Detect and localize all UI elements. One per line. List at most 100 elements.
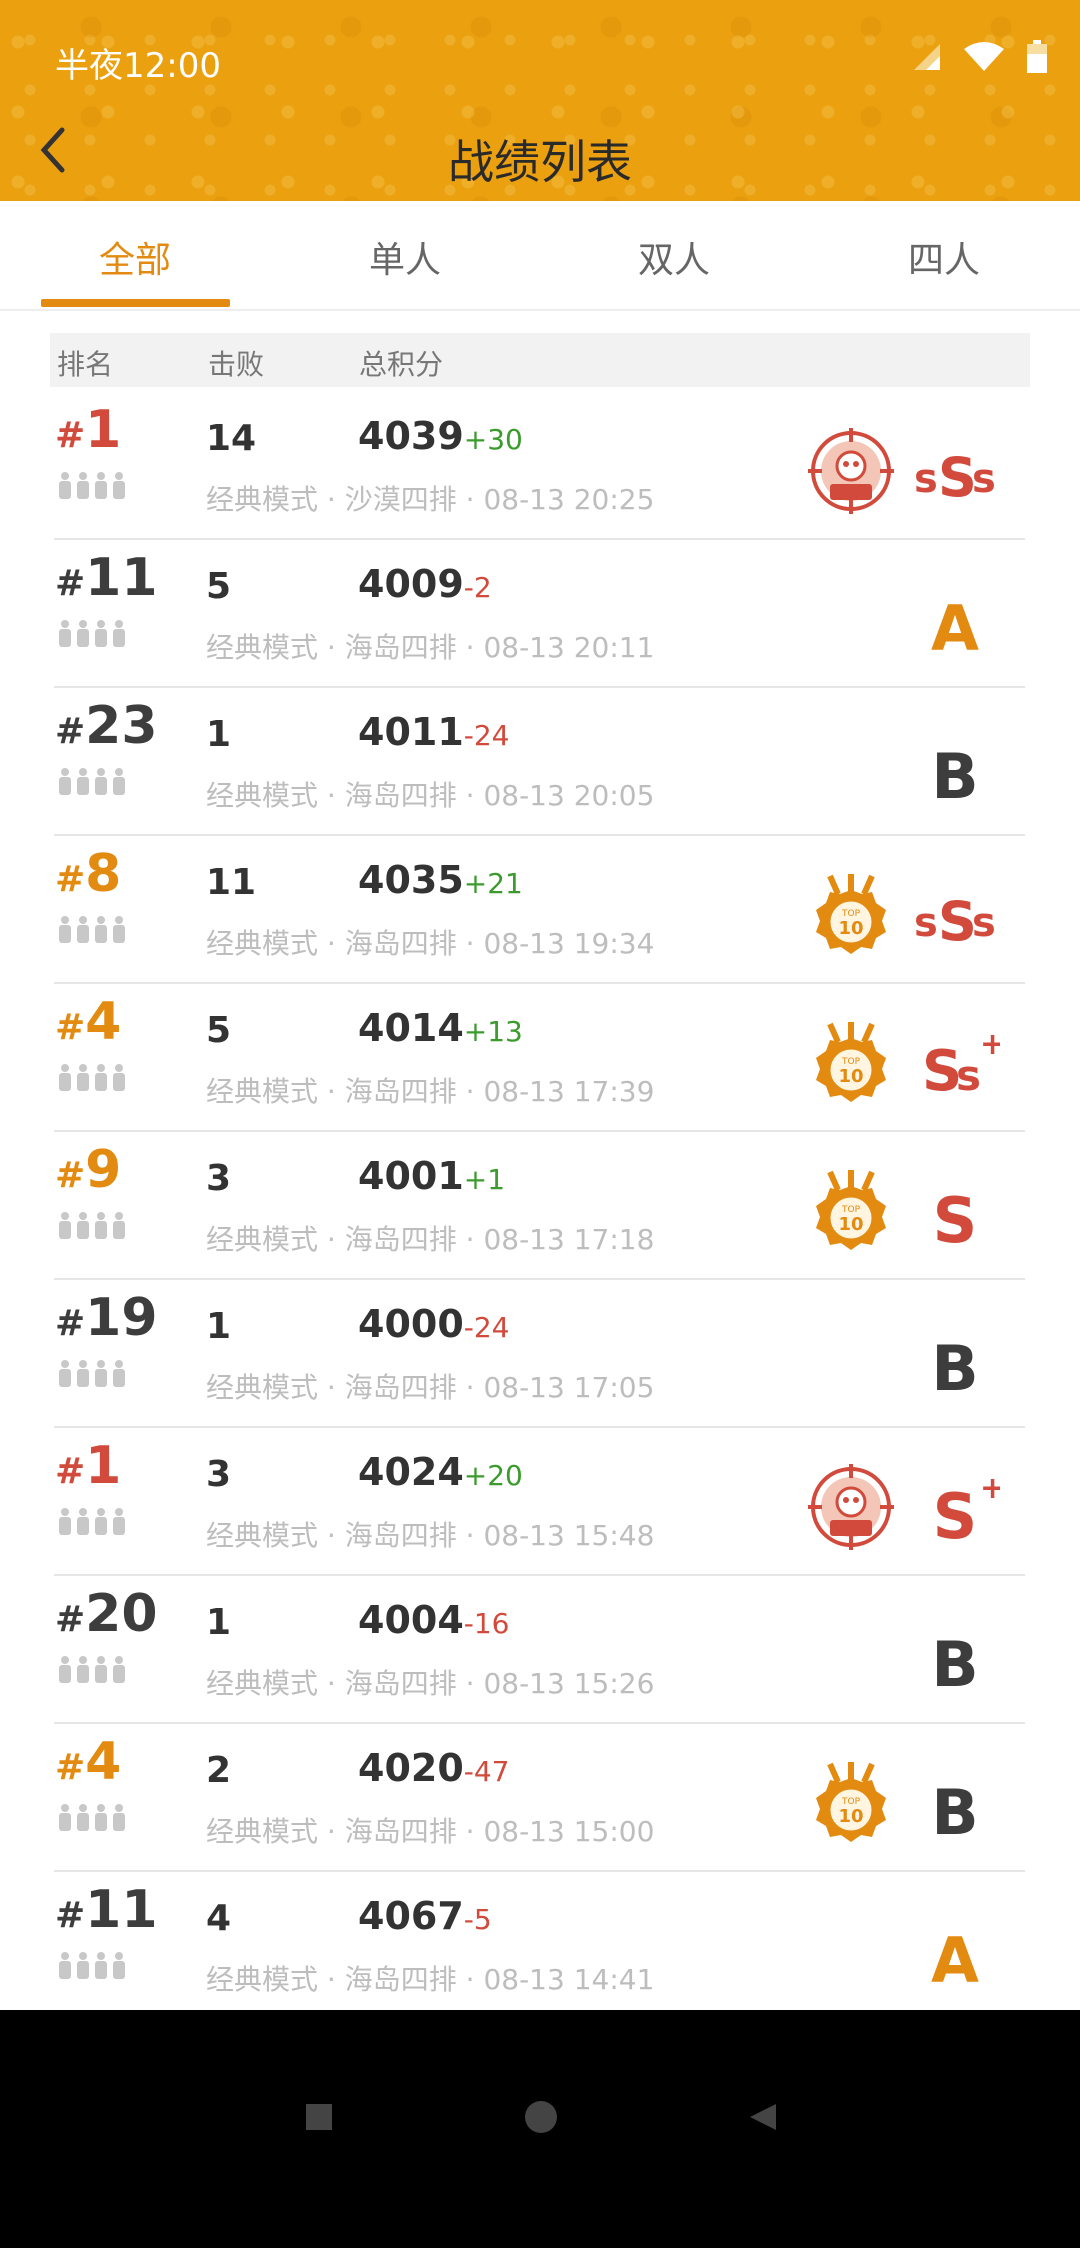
score-delta: -24	[463, 1311, 510, 1344]
top10-badge-icon: TOP 10	[808, 1168, 894, 1254]
svg-text:s: s	[972, 456, 996, 502]
match-meta: 经典模式 · 海岛四排 · 08-13 17:05	[206, 1371, 655, 1404]
grade-b-icon: B	[910, 1320, 1000, 1405]
match-map: 海岛四排	[344, 631, 457, 664]
match-row[interactable]: #1 14 4039+30 经典模式 · 沙漠四排 · 08-13 20:25 s Ss	[0, 392, 1080, 540]
tab-squad[interactable]: 四人	[844, 231, 1044, 283]
system-nav-bar	[0, 2010, 1080, 2248]
score-total: 4009	[358, 562, 464, 606]
score-delta: +20	[463, 1459, 523, 1492]
score-value: 4035+21	[358, 858, 523, 902]
squad-players-icon	[58, 1064, 126, 1092]
home-icon[interactable]	[524, 2100, 558, 2134]
chicken-badge-icon	[808, 428, 894, 514]
match-time: 08-13 15:48	[483, 1519, 655, 1552]
kills-value: 11	[206, 862, 257, 903]
svg-text:S: S	[933, 1480, 978, 1548]
match-map: 海岛四排	[344, 1963, 457, 1996]
rank-value: #11	[55, 1880, 158, 1940]
column-rank: 排名	[57, 348, 114, 381]
chicken-badge-icon	[808, 1464, 894, 1550]
match-row[interactable]: #4 2 4020-47 经典模式 · 海岛四排 · 08-13 15:00 TOP 10…	[0, 1724, 1080, 1872]
match-mode: 经典模式	[206, 1815, 319, 1848]
match-map: 海岛四排	[344, 779, 457, 812]
match-row[interactable]: #19 1 4000-24 经典模式 · 海岛四排 · 08-13 17:05 B	[0, 1280, 1080, 1428]
svg-text:10: 10	[838, 1066, 863, 1087]
rank-number: 20	[85, 1584, 158, 1644]
match-map: 海岛四排	[344, 1223, 457, 1256]
score-total: 4014	[358, 1006, 464, 1050]
score-value: 4020-47	[358, 1746, 510, 1790]
match-mode: 经典模式	[206, 1963, 319, 1996]
rank-hash: #	[55, 1747, 86, 1788]
score-total: 4001	[358, 1154, 464, 1198]
svg-text:B: B	[931, 1332, 978, 1400]
match-map: 海岛四排	[344, 1519, 457, 1552]
rank-number: 9	[85, 1140, 122, 1200]
svg-text:A: A	[931, 592, 979, 660]
score-value: 4024+20	[358, 1450, 523, 1494]
rank-value: #4	[55, 992, 121, 1052]
top10-badge-icon: TOP 10	[808, 1760, 894, 1846]
grade-sss-icon: sSs	[910, 876, 1000, 956]
svg-text:s: s	[972, 900, 996, 946]
match-row[interactable]: #20 1 4004-16 经典模式 · 海岛四排 · 08-13 15:26 B	[0, 1576, 1080, 1724]
match-meta: 经典模式 · 海岛四排 · 08-13 20:11	[206, 631, 655, 664]
svg-text:+: +	[980, 1471, 1000, 1506]
score-value: 4039+30	[358, 414, 523, 458]
match-meta: 经典模式 · 海岛四排 · 08-13 15:00	[206, 1815, 655, 1848]
match-row[interactable]: #11 5 4009-2 经典模式 · 海岛四排 · 08-13 20:11 A	[0, 540, 1080, 688]
match-map: 海岛四排	[344, 1667, 457, 1700]
match-meta: 经典模式 · 海岛四排 · 08-13 17:39	[206, 1075, 655, 1108]
score-value: 4009-2	[358, 562, 492, 606]
score-value: 4000-24	[358, 1302, 510, 1346]
grade-b-icon: B	[910, 1616, 1000, 1701]
rank-value: #20	[55, 1584, 158, 1644]
match-mode: 经典模式	[206, 779, 319, 812]
rank-number: 8	[85, 844, 122, 904]
match-row[interactable]: #8 11 4035+21 经典模式 · 海岛四排 · 08-13 19:34 TOP 1…	[0, 836, 1080, 984]
match-row[interactable]: #11 4 4067-5 经典模式 · 海岛四排 · 08-13 14:41 A	[0, 1872, 1080, 2020]
rank-number: 4	[85, 992, 122, 1052]
rank-hash: #	[55, 1451, 86, 1492]
back-nav-icon[interactable]	[748, 2102, 778, 2132]
svg-text:10: 10	[838, 1214, 863, 1235]
rank-value: #9	[55, 1140, 121, 1200]
match-time: 08-13 15:00	[483, 1815, 655, 1848]
match-row[interactable]: #23 1 4011-24 经典模式 · 海岛四排 · 08-13 20:05 B	[0, 688, 1080, 836]
tab-solo[interactable]: 单人	[305, 231, 505, 283]
score-delta: +21	[463, 867, 523, 900]
rank-value: #1	[55, 1436, 121, 1496]
active-tab-indicator	[41, 299, 230, 307]
grade-sss-icon: sSs	[910, 432, 1000, 512]
tab-duo[interactable]: 双人	[574, 231, 774, 283]
kills-value: 2	[206, 1750, 232, 1791]
kills-value: 5	[206, 1010, 232, 1051]
signal-icon	[914, 44, 940, 70]
squad-players-icon	[58, 1360, 126, 1388]
rank-hash: #	[55, 1599, 86, 1640]
match-row[interactable]: #9 3 4001+1 经典模式 · 海岛四排 · 08-13 17:18 TOP 10 S	[0, 1132, 1080, 1280]
match-time: 08-13 19:34	[483, 927, 655, 960]
kills-value: 1	[206, 1602, 232, 1643]
rank-number: 19	[85, 1288, 158, 1348]
recents-icon[interactable]	[304, 2102, 334, 2132]
match-meta: 经典模式 · 海岛四排 · 08-13 14:41	[206, 1963, 655, 1996]
tab-all[interactable]: 全部	[35, 231, 235, 283]
svg-text:+: +	[980, 1027, 1000, 1062]
grade-a-icon: A	[910, 1912, 1000, 1997]
match-meta: 经典模式 · 海岛四排 · 08-13 15:48	[206, 1519, 655, 1552]
match-mode: 经典模式	[206, 1667, 319, 1700]
rank-hash: #	[55, 711, 86, 752]
rank-hash: #	[55, 415, 86, 456]
top10-badge-icon: TOP 10	[808, 1020, 894, 1106]
rank-value: #1	[55, 400, 121, 460]
kills-value: 1	[206, 1306, 232, 1347]
page-title: 战绩列表	[448, 135, 632, 189]
match-row[interactable]: #1 3 4024+20 经典模式 · 海岛四排 · 08-13 15:48 S +	[0, 1428, 1080, 1576]
match-mode: 经典模式	[206, 483, 319, 516]
column-header: 排名 击败 总积分	[50, 333, 1030, 387]
match-row[interactable]: #4 5 4014+13 经典模式 · 海岛四排 · 08-13 17:39 TOP 10…	[0, 984, 1080, 1132]
grade-ss-plus-icon: Ss +	[910, 1024, 1005, 1104]
kills-value: 3	[206, 1158, 232, 1199]
